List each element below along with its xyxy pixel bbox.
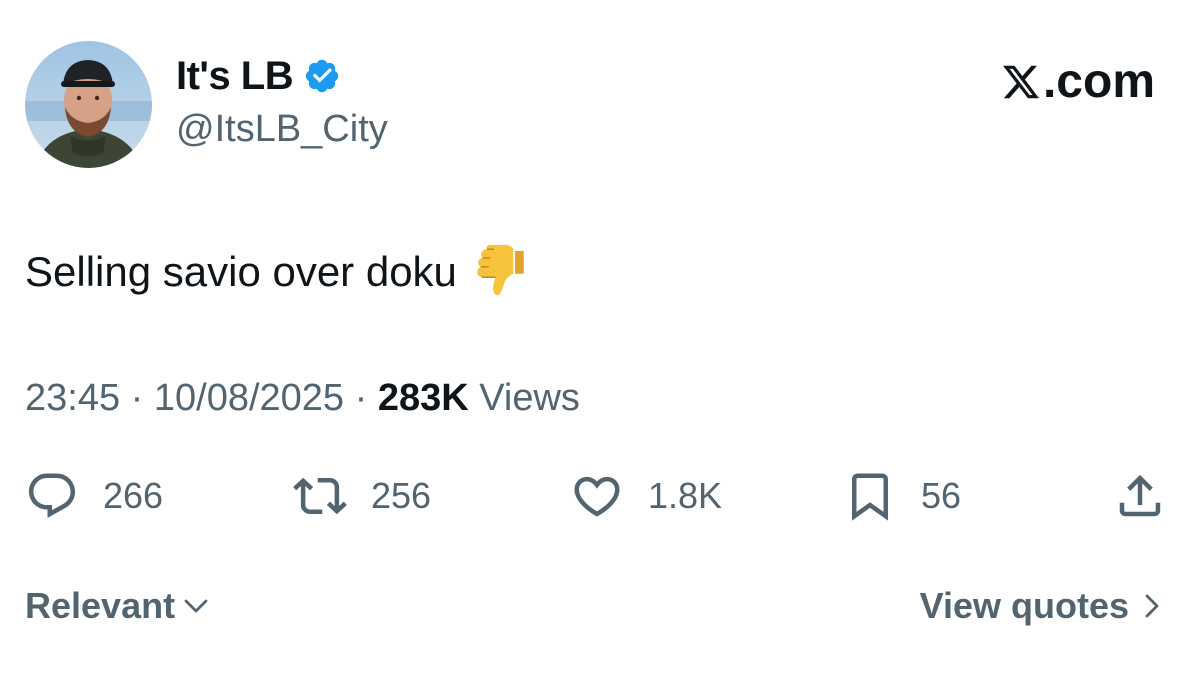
view-quotes-link[interactable]: View quotes — [920, 585, 1167, 627]
share-button[interactable] — [1113, 470, 1167, 522]
verified-badge-icon[interactable] — [303, 57, 341, 95]
avatar[interactable] — [25, 41, 152, 168]
chevron-down-icon — [184, 599, 208, 613]
repost-count: 256 — [371, 475, 432, 516]
reply-button[interactable]: 266 — [25, 470, 163, 522]
brand-watermark: .com — [1001, 54, 1155, 109]
reply-count: 266 — [103, 475, 164, 516]
tweet-date[interactable]: 10/08/2025 — [154, 377, 344, 419]
tweet-body: Selling savio over doku — [25, 244, 529, 300]
author-name-row[interactable]: It's LB — [176, 50, 341, 102]
display-name[interactable]: It's LB — [176, 54, 294, 99]
chevron-right-icon — [1145, 594, 1159, 618]
sort-label: Relevant — [25, 585, 176, 626]
meta-separator: · — [130, 377, 144, 419]
thumbs-down-emoji-icon — [477, 244, 524, 296]
x-logo-icon — [1003, 65, 1040, 98]
view-quotes-label: View quotes — [919, 585, 1129, 626]
like-button[interactable]: 1.8K — [570, 470, 722, 522]
tweet-text: Selling savio over doku — [25, 248, 457, 295]
views-label[interactable]: Views — [479, 377, 580, 419]
tweet-time[interactable]: 23:45 — [25, 377, 120, 419]
brand-label: .com — [1042, 55, 1155, 108]
sort-dropdown[interactable]: Relevant — [25, 585, 211, 627]
bookmark-count: 56 — [921, 475, 962, 516]
action-bar: 266 256 1.8K 56 — [25, 470, 1167, 522]
bookmark-button[interactable]: 56 — [843, 470, 961, 522]
reply-footer: Relevant View quotes — [25, 585, 1167, 633]
reply-icon — [28, 473, 76, 518]
repost-icon — [293, 477, 347, 515]
heart-icon — [574, 476, 620, 517]
author-handle[interactable]: @ItsLB_City — [176, 108, 388, 151]
bookmark-icon — [852, 473, 888, 521]
like-count: 1.8K — [648, 475, 723, 516]
views-count[interactable]: 283K — [378, 377, 469, 419]
meta-separator: · — [354, 377, 368, 419]
profile-photo — [25, 41, 152, 168]
tweet-meta: 23:45 · 10/08/2025 · 283K Views — [25, 377, 580, 420]
repost-button[interactable]: 256 — [293, 470, 431, 522]
share-icon — [1119, 474, 1161, 517]
